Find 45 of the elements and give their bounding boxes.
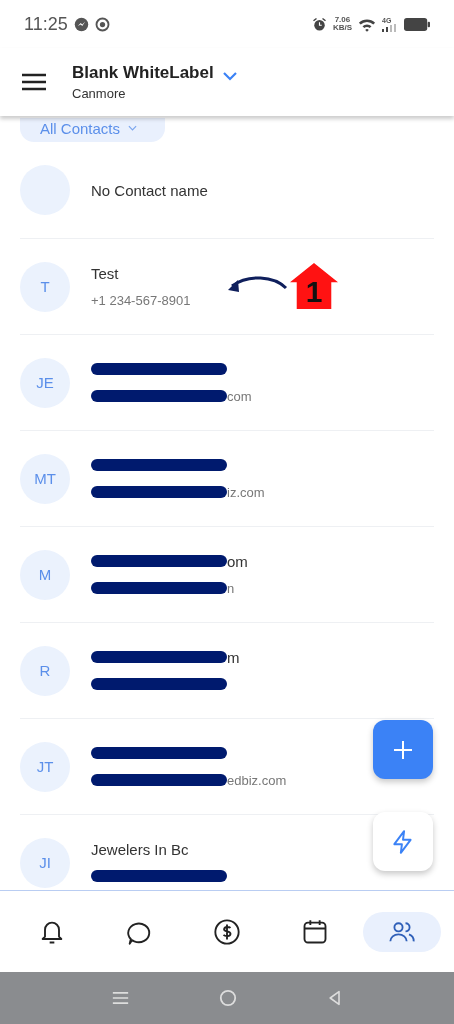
clock-time: 11:25 (24, 13, 68, 35)
wifi-icon (358, 16, 376, 32)
chat-bubble-icon (73, 16, 89, 32)
avatar: JE (20, 357, 70, 408)
contact-detail: com (227, 388, 252, 404)
avatar: JI (20, 837, 70, 888)
contact-row[interactable]: JE com (20, 335, 434, 431)
contact-name: No Contact name (91, 181, 208, 199)
target-icon (94, 16, 110, 32)
contact-detail: iz.com (227, 484, 265, 500)
avatar: JT (20, 741, 70, 792)
alarm-icon (311, 16, 327, 32)
contact-row[interactable]: M om n (20, 527, 434, 623)
workspace-name: Blank WhiteLabel (72, 63, 214, 83)
contact-name: m (227, 648, 240, 666)
plus-icon (393, 739, 413, 760)
location-name: Canmore (72, 86, 127, 101)
contact-row[interactable]: T Test +1 234-567-8901 1 (20, 239, 434, 335)
menu-icon (22, 73, 46, 91)
chevron-down-icon (128, 125, 138, 131)
avatar: R (20, 645, 70, 696)
contact-detail: n (227, 580, 235, 596)
speed-unit: KB/S (332, 24, 352, 32)
quick-action-button[interactable] (373, 812, 433, 871)
avatar: T (20, 261, 70, 312)
chevron-down-icon (221, 70, 238, 81)
contact-row[interactable]: R m (20, 623, 434, 719)
contact-row[interactable]: MT iz.com (20, 431, 434, 527)
avatar: M (20, 549, 70, 600)
contact-detail: +1 234-567-8901 (91, 292, 191, 308)
battery-icon (404, 17, 430, 31)
contact-name: om (227, 552, 248, 570)
signal-icon (382, 23, 398, 32)
menu-button[interactable] (20, 71, 48, 93)
menu-icon (111, 991, 129, 1005)
speed-value: 7.06 (334, 16, 351, 24)
step-badge: 1 (290, 263, 338, 309)
contact-detail: edbiz.com (227, 772, 287, 788)
contact-name: Test (91, 264, 119, 282)
add-button[interactable] (373, 720, 433, 779)
avatar: MT (20, 453, 70, 504)
contact-name: Jewelers In Bc (91, 840, 189, 858)
home-icon (218, 989, 237, 1007)
dollar-icon (213, 917, 241, 946)
contact-row[interactable]: No Contact name (20, 142, 434, 239)
